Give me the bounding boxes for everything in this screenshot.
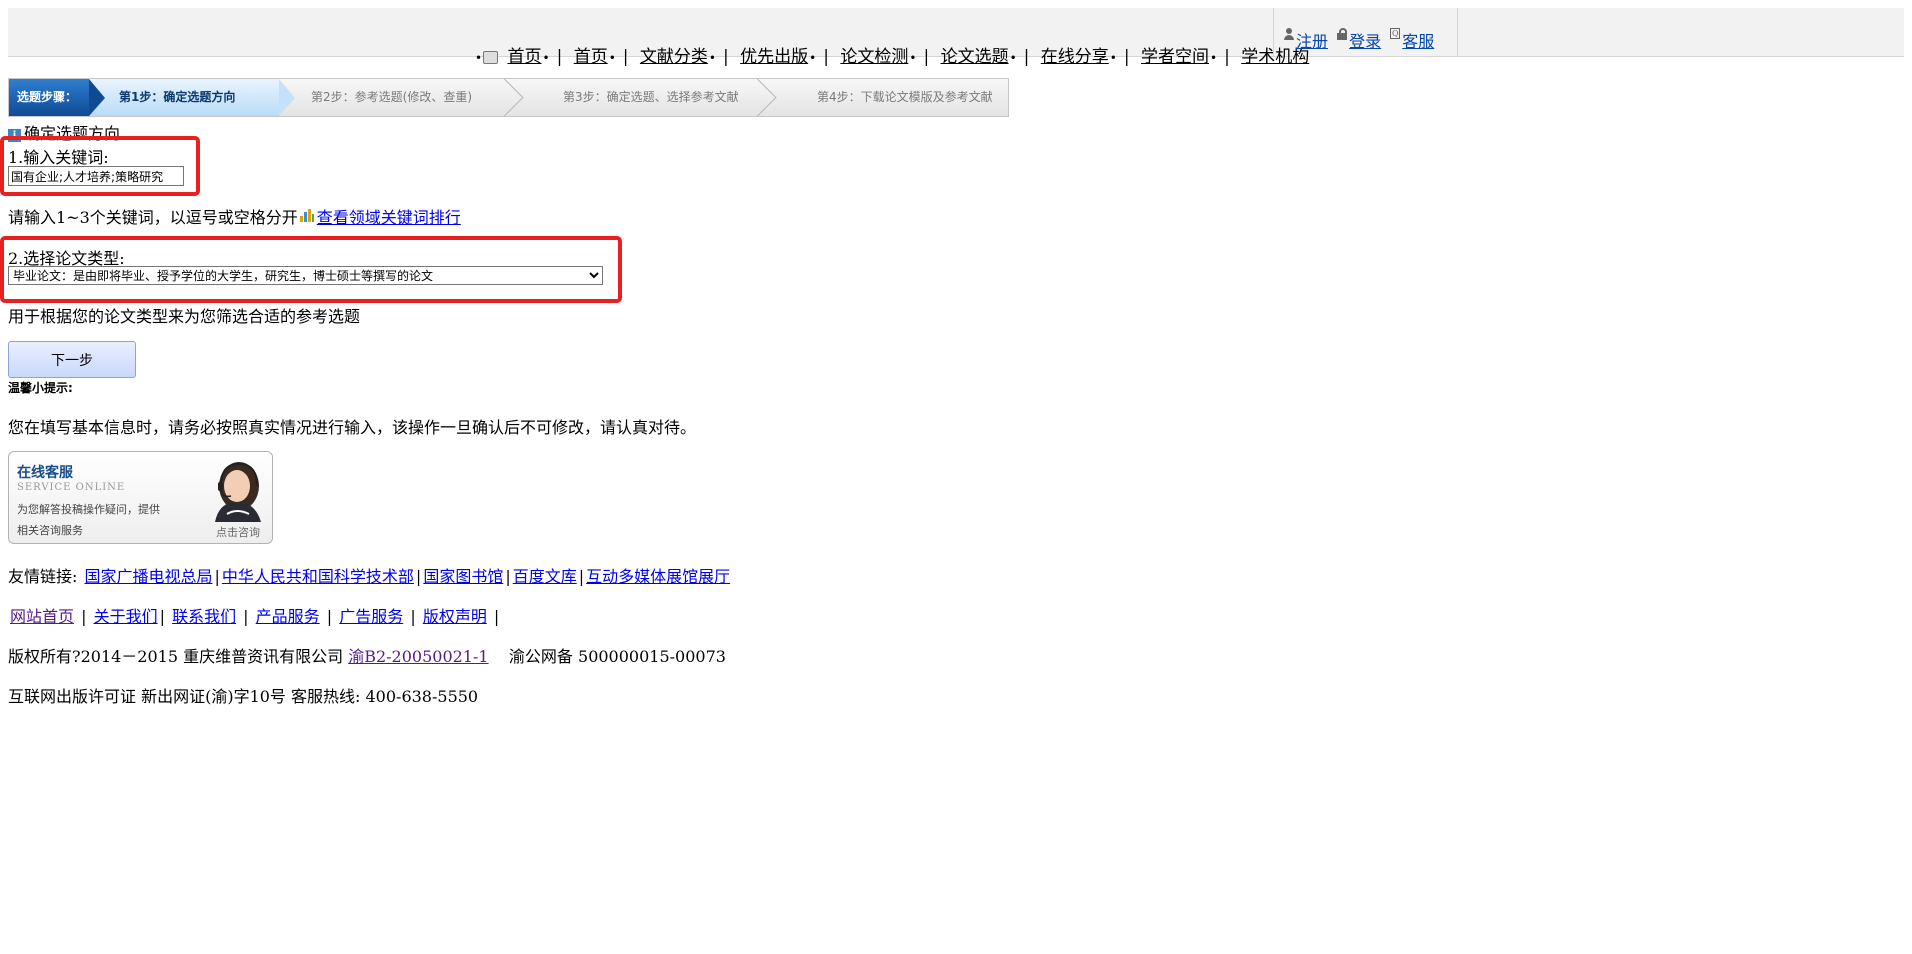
main-nav: • 首页• | 首页• | 文献分类• | 优先出版• | 论文检测• | 论文选题• | … <box>475 47 1310 67</box>
police-record: 渝公网备 500000015-00073 <box>508 647 726 666</box>
paper-type-hint: 用于根据您的论文类型来为您筛选合适的参考选题 <box>8 307 361 326</box>
step-2: 第2步：参考选题(修改、查重) <box>311 90 472 104</box>
customer-service-link[interactable]: 客服 <box>1402 32 1434 51</box>
service-title: 在线客服 <box>17 465 73 481</box>
nav-item-online-share[interactable]: 在线分享 <box>1041 47 1109 67</box>
site-link-ads[interactable]: 广告服务 <box>339 607 403 626</box>
nav-item-literature-categories[interactable]: 文献分类 <box>640 47 708 67</box>
friend-link-most[interactable]: 中华人民共和国科学技术部 <box>222 567 414 586</box>
site-link-contact[interactable]: 联系我们 <box>172 607 236 626</box>
headset-avatar <box>215 462 261 522</box>
nav-item-priority-publishing[interactable]: 优先出版 <box>740 47 808 67</box>
service-description-line-2: 相关咨询服务 <box>17 524 83 537</box>
site-link-home[interactable]: 网站首页 <box>10 607 74 626</box>
next-step-button[interactable]: 下一步 <box>8 341 136 378</box>
friend-link-baidu-wenku[interactable]: 百度文库 <box>513 567 577 586</box>
step-3: 第3步：确定选题、选择参考文献 <box>563 90 739 104</box>
register-link[interactable]: 注册 <box>1296 32 1328 51</box>
tips-text: 您在填写基本信息时，请务必按照真实情况进行输入，该操作一旦确认后不可修改，请认真… <box>8 418 697 437</box>
user-nav: 注册 登录 Q 客服 <box>1284 28 1438 52</box>
person-icon <box>1284 28 1294 40</box>
keyword-hint-text: 请输入1~3个关键词，以逗号或空格分开 <box>8 208 298 227</box>
friend-link-nlc[interactable]: 国家图书馆 <box>423 567 503 586</box>
chart-icon <box>299 209 314 222</box>
site-link-about[interactable]: 关于我们 <box>94 607 158 626</box>
online-service-widget[interactable]: 在线客服 SERVICE ONLINE 为您解答投稿操作疑问，提供 相关咨询服务… <box>8 451 273 544</box>
home-icon <box>483 51 499 64</box>
step-4: 第4步：下载论文模版及参考文献 <box>817 90 993 104</box>
copyright-text: 版权所有?2014－2015 重庆维普资讯有限公司 <box>8 647 344 666</box>
keyword-label: 1.输入关键词: <box>8 148 109 167</box>
service-subtitle: SERVICE ONLINE <box>17 482 126 493</box>
paper-type-select[interactable]: 毕业论文：是由即将毕业、授予学位的大学生，研究生，博士硕士等撰写的论文 <box>8 266 603 285</box>
nav-item-home-2[interactable]: 首页 <box>574 47 608 67</box>
step-separator-chevron <box>738 79 777 116</box>
nav-bullet: • <box>475 51 483 65</box>
nav-item-home[interactable]: 首页 <box>507 47 541 67</box>
step-1-arrow <box>279 79 295 116</box>
service-consult-cta[interactable]: 点击咨询 <box>216 524 260 540</box>
site-link-copyright[interactable]: 版权声明 <box>423 607 487 626</box>
service-icon: Q <box>1390 28 1401 39</box>
keyword-hint: 请输入1~3个关键词，以逗号或空格分开 查看领域关键词排行 <box>8 204 461 228</box>
login-link[interactable]: 登录 <box>1349 32 1381 51</box>
lock-icon <box>1337 28 1348 40</box>
keyword-input[interactable] <box>8 166 184 186</box>
tips-title: 温馨小提示: <box>8 381 73 395</box>
friend-links: 友情链接: 国家广播电视总局 | 中华人民共和国科学技术部 | 国家图书馆 | 百度文库 | 互… <box>8 567 731 586</box>
user-nav-box: 注册 登录 Q 客服 <box>1273 8 1458 56</box>
friend-link-multimedia-exhibition[interactable]: 互动多媒体展馆展厅 <box>586 567 730 586</box>
step-1-active: 第1步：确定选题方向 <box>89 79 279 116</box>
keyword-rank-link[interactable]: 查看领域关键词排行 <box>317 208 461 227</box>
steps-label-arrow <box>89 79 105 116</box>
friend-links-label: 友情链接: <box>8 567 78 586</box>
site-links: 网站首页 | 关于我们 | 联系我们 | 产品服务 | 广告服务 | 版权声明 | <box>10 607 500 626</box>
top-navigation-bar: • 首页• | 首页• | 文献分类• | 优先出版• | 论文检测• | 论文选题• | … <box>8 8 1904 67</box>
service-description-line-1: 为您解答投稿操作疑问，提供 <box>17 503 160 516</box>
step-separator-chevron <box>485 79 524 116</box>
step-progress-bar: 选题步骤： 第1步：确定选题方向 第2步：参考选题(修改、查重) 第3步：确定选… <box>8 78 1009 117</box>
nav-item-topic-selection[interactable]: 论文选题 <box>941 47 1009 67</box>
copyright-line: 版权所有?2014－2015 重庆维普资讯有限公司 渝B2-20050021-1… <box>8 643 726 667</box>
icp-link[interactable]: 渝B2-20050021-1 <box>348 647 488 666</box>
nav-item-scholar-space[interactable]: 学者空间 <box>1141 47 1209 67</box>
nav-item-paper-check[interactable]: 论文检测 <box>840 47 908 67</box>
license-line: 互联网出版许可证 新出网证(渝)字10号 客服热线: 400-638-5550 <box>8 687 479 706</box>
steps-label: 选题步骤： <box>9 79 89 116</box>
site-link-products[interactable]: 产品服务 <box>256 607 320 626</box>
friend-link-nrta[interactable]: 国家广播电视总局 <box>85 567 213 586</box>
